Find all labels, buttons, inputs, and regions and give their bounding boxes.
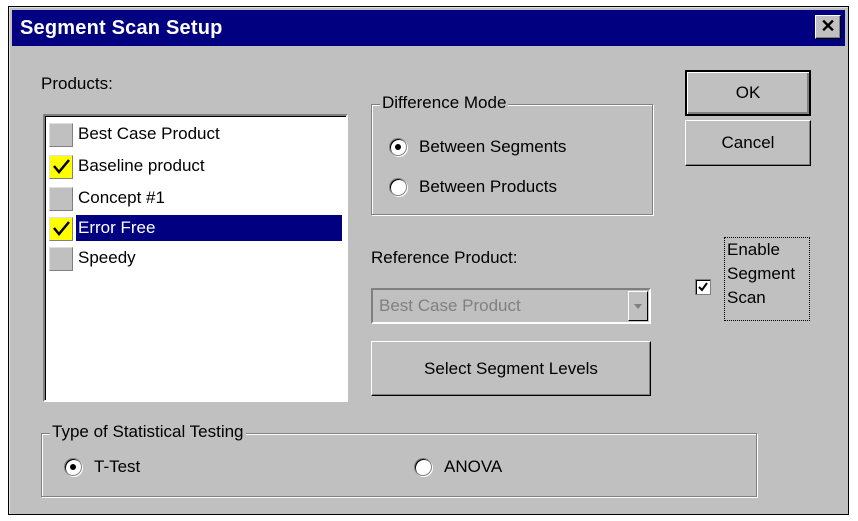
dropdown-button[interactable] [628,291,648,321]
enable-segment-scan-label[interactable]: Enable Segment Scan [724,237,810,321]
check-icon [53,221,70,236]
product-checkbox[interactable] [49,155,73,179]
product-checkbox[interactable] [49,217,73,241]
product-item[interactable]: Concept #1 [49,184,342,212]
title-bar[interactable]: Segment Scan Setup ✕ [12,10,845,46]
products-listbox[interactable]: Best Case Product Baseline product Conce… [43,114,348,402]
cancel-label: Cancel [721,133,775,152]
product-item-label: Best Case Product [78,124,220,143]
product-item[interactable]: Speedy [49,244,342,272]
product-item[interactable]: Baseline product [49,152,342,180]
check-icon [698,282,708,292]
enable-segment-scan-checkbox[interactable] [695,279,711,295]
chevron-down-icon [634,304,642,309]
products-label: Products: [41,74,113,93]
difference-mode-title: Difference Mode [380,93,509,113]
ok-label: OK [735,83,761,102]
radio-label: Between Products [419,177,557,196]
enable-scan-line-1: Enable [727,240,780,259]
product-item-label: Baseline product [78,156,205,175]
enable-scan-line-3: Scan [727,288,766,307]
ok-button[interactable]: OK [685,70,811,116]
product-item-label: Concept #1 [78,188,165,207]
radio-label: ANOVA [444,457,503,476]
statistical-testing-title: Type of Statistical Testing [50,422,246,442]
product-checkbox[interactable] [49,247,73,271]
segment-scan-setup-dialog: Segment Scan Setup ✕ Products: Best Case… [8,6,849,515]
reference-product-combo[interactable]: Best Case Product [371,288,651,324]
close-icon: ✕ [820,16,836,36]
product-item-label: Speedy [78,248,136,267]
product-item[interactable]: Best Case Product [49,120,342,148]
product-item-label: Error Free [76,215,342,241]
close-button[interactable]: ✕ [815,15,841,39]
difference-mode-group: Difference Mode Between Segments Between… [371,93,653,215]
reference-product-value: Best Case Product [379,296,521,315]
enable-scan-line-2: Segment [727,264,796,283]
select-segment-levels-button[interactable]: Select Segment Levels [371,341,651,396]
product-checkbox[interactable] [49,123,73,147]
reference-product-label: Reference Product: [371,248,518,267]
window-title: Segment Scan Setup [20,17,223,39]
select-segment-levels-label: Select Segment Levels [424,359,598,378]
product-checkbox[interactable] [49,187,73,211]
radio-label: T-Test [94,457,141,476]
product-item[interactable]: Error Free [49,214,342,242]
check-icon [53,159,70,174]
statistical-testing-group: Type of Statistical Testing T-Test ANOVA [41,422,757,497]
radio-label: Between Segments [419,137,567,156]
cancel-button[interactable]: Cancel [685,120,811,166]
